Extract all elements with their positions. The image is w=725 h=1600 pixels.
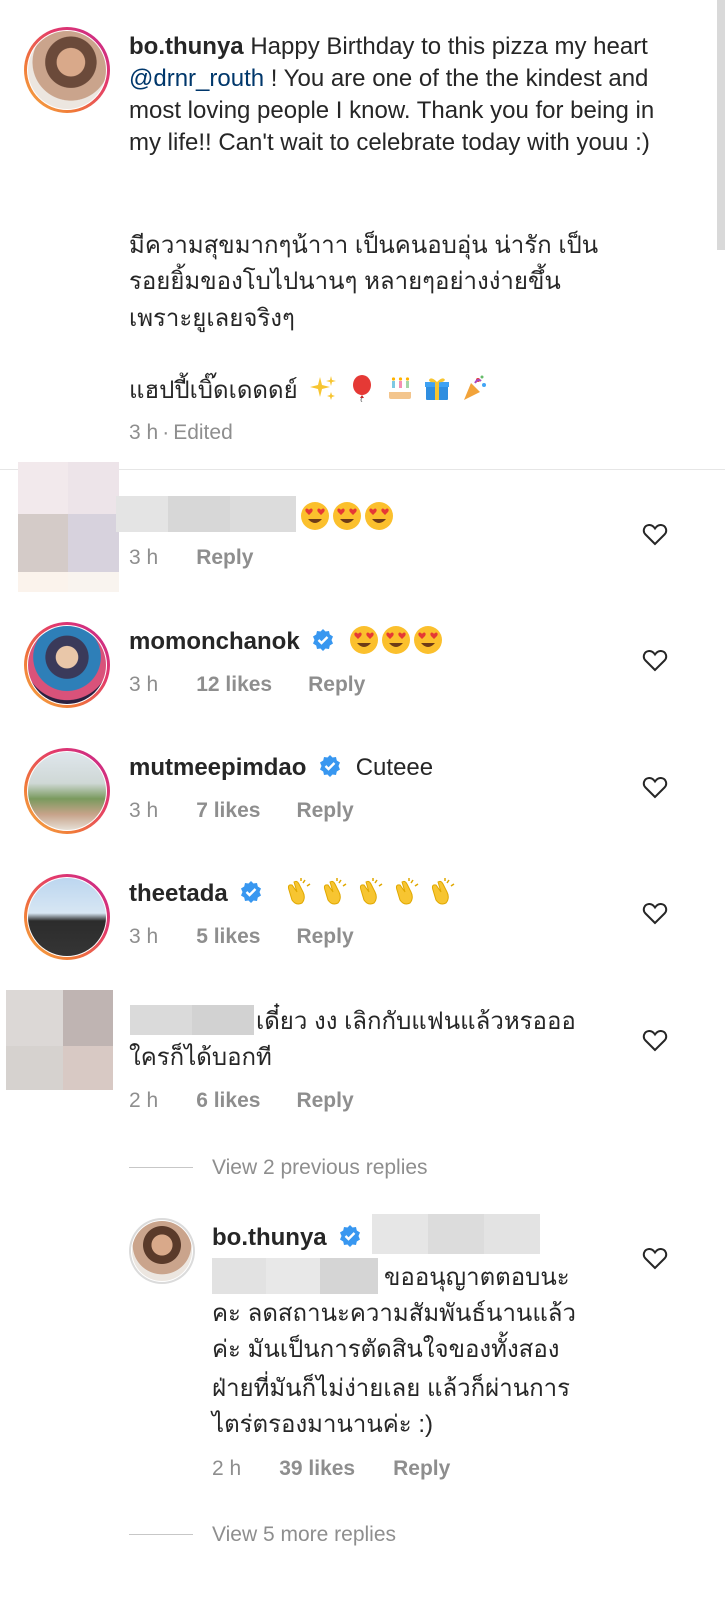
comment-meta: 2 h 6 likes Reply	[129, 1088, 388, 1114]
likes-count[interactable]: 6 likes	[196, 1089, 260, 1112]
reply-button[interactable]: Reply	[296, 799, 353, 822]
clapping-hands-icon	[359, 878, 383, 905]
view-more-replies-label[interactable]: View 5 more replies	[212, 1522, 396, 1548]
comment-body: ใครก็ได้บอกที	[129, 1044, 272, 1071]
caption-thai-line-emoji: แฮปปี้เบิ๊ดเดดดย์	[129, 374, 492, 407]
story-ring[interactable]	[24, 748, 110, 834]
comment-meta: 3 h 7 likes Reply	[129, 798, 388, 824]
verified-badge-icon	[241, 881, 262, 903]
avatar	[28, 626, 106, 704]
reply-button[interactable]: Reply	[296, 925, 353, 948]
comment-time: 3 h	[129, 925, 159, 948]
likes-count[interactable]: 39 likes	[279, 1457, 355, 1480]
replies-line	[129, 1167, 193, 1168]
replies-line	[129, 1534, 193, 1535]
caption-thai-line: มีความสุขมากๆน้าาา เป็นคนอบอุ่น น่ารัก เ…	[129, 232, 599, 259]
scrollbar[interactable]	[717, 0, 725, 250]
sparkles-icon	[310, 376, 337, 400]
clapping-hands-icon	[323, 878, 347, 905]
like-heart-icon[interactable]	[642, 1246, 668, 1270]
story-ring[interactable]	[24, 874, 110, 960]
reply-body: ไตร่ตรองมานานค่ะ :)	[212, 1411, 434, 1438]
verified-badge-icon	[313, 629, 334, 651]
caption-thai-line: รอยยิ้มของโบไปนานๆ หลายๆอย่างง่ายขึ้น	[129, 268, 561, 295]
reply-body: ขออนุญาตตอบนะ	[384, 1264, 570, 1291]
caption-birthday-text: แฮปปี้เบิ๊ดเดดดย์	[129, 377, 298, 404]
verified-badge-icon	[320, 755, 341, 777]
clapping-hands-icon	[395, 878, 419, 905]
caption-username[interactable]: bo.thunya	[129, 33, 244, 60]
reply-button[interactable]: Reply	[296, 1089, 353, 1112]
reply-body: ค่ะ มันเป็นการตัดสินใจของทั้งสอง	[212, 1336, 560, 1363]
reply-meta: 2 h 39 likes Reply	[212, 1456, 484, 1482]
avatar	[28, 878, 106, 956]
comment-body: Cuteee	[355, 754, 434, 781]
caption-thai-line: เพราะยูเลยจริงๆ	[129, 305, 295, 332]
like-heart-icon[interactable]	[642, 1028, 668, 1052]
reply-time: 2 h	[212, 1457, 242, 1480]
like-heart-icon[interactable]	[642, 648, 668, 672]
caption-mention[interactable]: @drnr_routh	[129, 65, 264, 92]
heart-eyes-icon	[350, 626, 379, 654]
balloon-icon	[352, 375, 371, 402]
comment-meta: 3 h 5 likes Reply	[129, 924, 388, 950]
caption-text: bo.thunya Happy Birthday to this pizza m…	[129, 31, 689, 159]
comment-text: momonchanok	[129, 625, 445, 658]
comment-text: mutmeepimdao Cuteee	[129, 752, 433, 784]
comment-username[interactable]: mutmeepimdao	[129, 754, 306, 781]
comment-time: 2 h	[129, 1089, 159, 1112]
likes-count[interactable]: 7 likes	[196, 799, 260, 822]
like-heart-icon[interactable]	[642, 522, 668, 546]
likes-count[interactable]: 12 likes	[196, 673, 272, 696]
avatar	[132, 1221, 192, 1281]
heart-eyes-icon	[365, 502, 393, 530]
story-ring[interactable]	[24, 622, 110, 708]
like-heart-icon[interactable]	[642, 775, 668, 799]
avatar-ring[interactable]	[129, 1218, 195, 1284]
heart-eyes-icon	[382, 626, 411, 654]
reply-button[interactable]: Reply	[393, 1457, 450, 1480]
avatar	[28, 752, 106, 830]
comment-meta: 3 h Reply	[129, 545, 287, 571]
avatar	[28, 31, 106, 109]
likes-count[interactable]: 5 likes	[196, 925, 260, 948]
view-previous-replies-label[interactable]: View 2 previous replies	[212, 1155, 428, 1181]
clapping-hands-icon	[287, 878, 311, 905]
reply-body: ฝ่ายที่มันก็ไม่ง่ายเลย แล้วก็ผ่านการ	[212, 1375, 570, 1402]
clapping-hands-icon	[431, 878, 455, 905]
party-popper-icon	[464, 375, 486, 400]
reply-body: คะ ลดสถานะความสัมพันธ์นานแล้ว	[212, 1300, 576, 1327]
reply-button[interactable]: Reply	[196, 546, 253, 569]
heart-eyes-icon	[333, 502, 361, 530]
reply-button[interactable]: Reply	[308, 673, 365, 696]
birthday-cake-icon	[388, 377, 411, 399]
comment-time: 3 h	[129, 673, 159, 696]
comment-text: theetada	[129, 878, 463, 910]
comment-username[interactable]: momonchanok	[129, 628, 300, 655]
caption-edited: Edited	[173, 421, 233, 444]
comment-meta: 3 h 12 likes Reply	[129, 672, 399, 698]
reply-username-row: bo.thunya	[212, 1222, 365, 1254]
caption-text-before: Happy Birthday to this pizza my heart	[250, 33, 648, 60]
heart-eyes-icon	[301, 502, 329, 530]
comment-username[interactable]: theetada	[129, 880, 228, 907]
comment-time: 3 h	[129, 546, 159, 569]
comment-time: 3 h	[129, 799, 159, 822]
caption-meta: 3 h · Edited	[129, 421, 233, 444]
gift-icon	[425, 378, 450, 400]
comment-emojis	[300, 501, 396, 531]
heart-eyes-icon	[414, 626, 443, 654]
verified-badge-icon	[340, 1225, 361, 1247]
comment-body: เดี๋ยว งง เลิกกับแฟนแล้วหรอออ	[256, 1008, 576, 1035]
caption-time: 3 h	[129, 421, 159, 444]
story-ring[interactable]	[24, 27, 110, 113]
reply-username[interactable]: bo.thunya	[212, 1224, 327, 1251]
like-heart-icon[interactable]	[642, 901, 668, 925]
